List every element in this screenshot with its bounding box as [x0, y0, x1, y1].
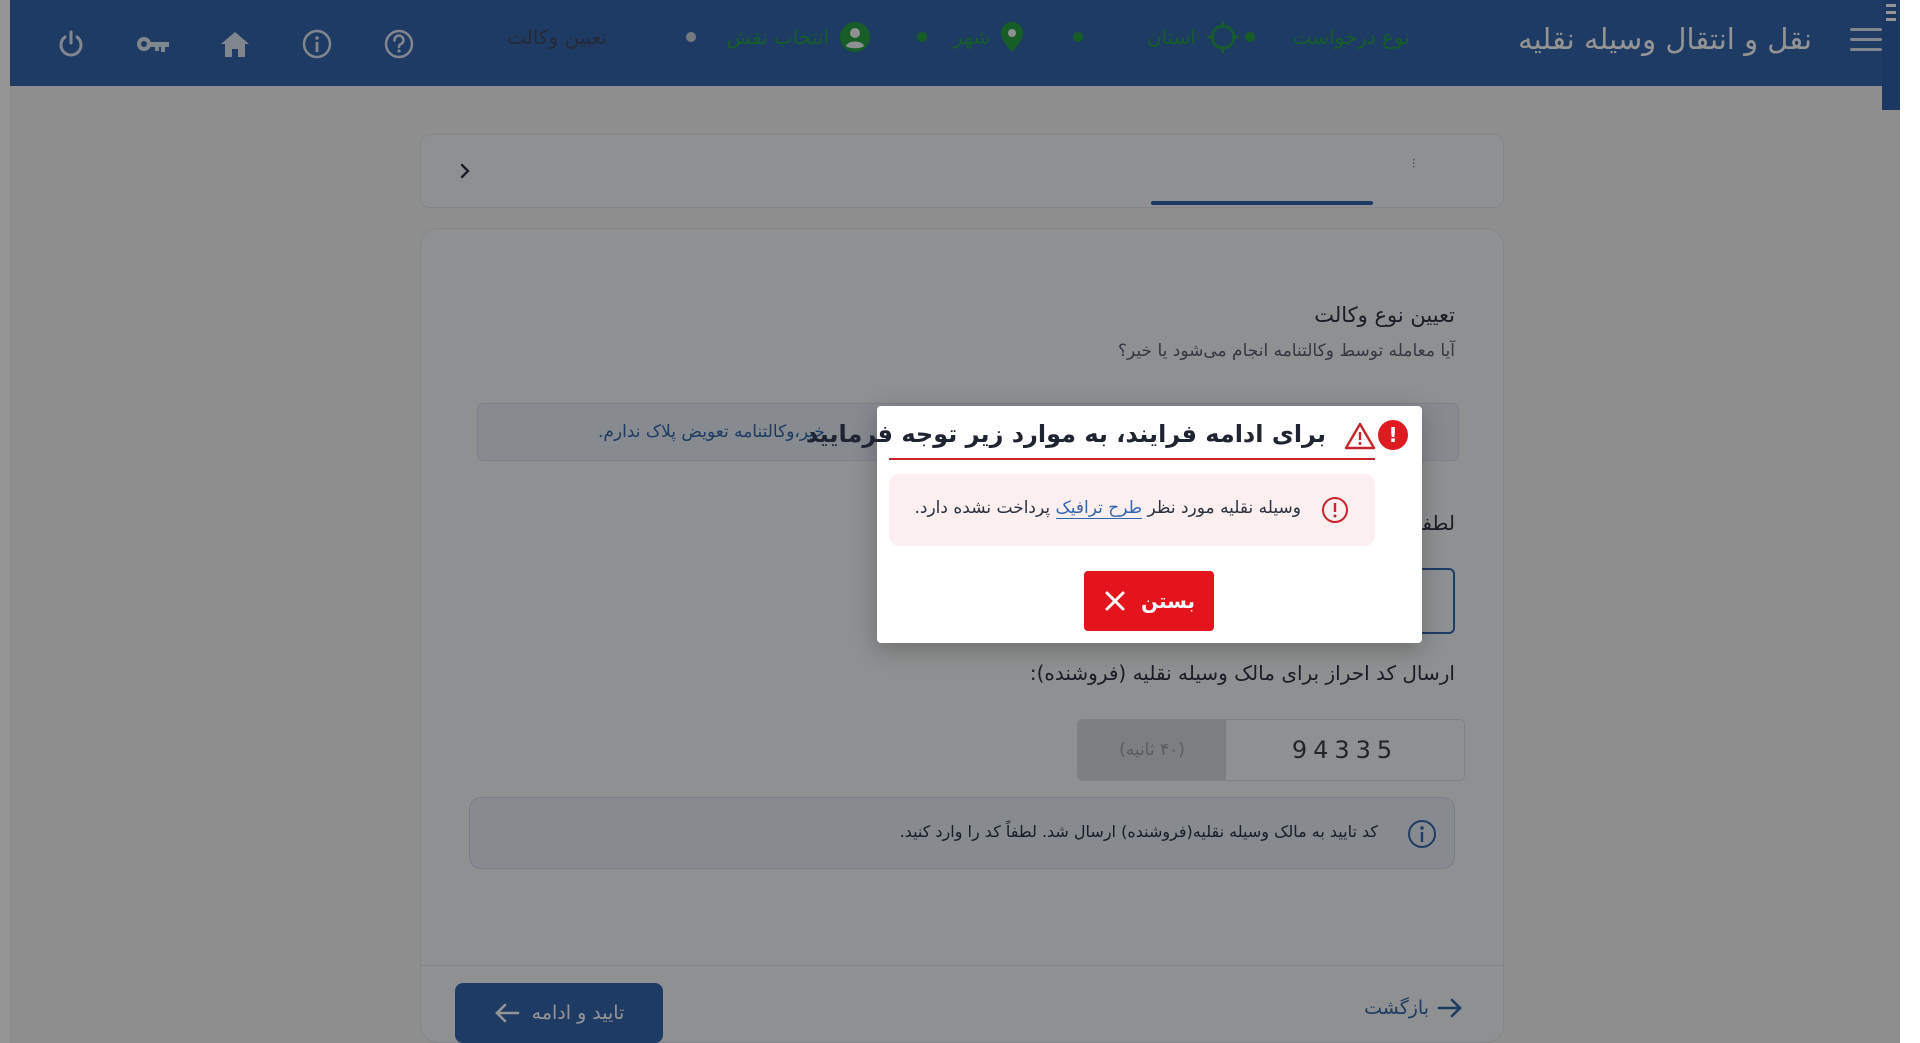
- alert-item: وسیله نقلیه مورد نظر طرح ترافیک پرداخت ن…: [889, 474, 1375, 546]
- error-badge-icon: !: [1378, 420, 1408, 450]
- alert-text-after: پرداخت نشده دارد.: [914, 498, 1051, 518]
- button-label: بستن: [1140, 589, 1196, 613]
- close-icon: [1105, 591, 1125, 611]
- warning-icon: [1344, 422, 1376, 450]
- close-button[interactable]: بستن: [1084, 571, 1214, 631]
- warning-dialog: ! برای ادامه فرایند، به موارد زیر توجه ف…: [806, 406, 1422, 643]
- dialog-title: برای ادامه فرایند، به موارد زیر توجه فرم…: [805, 420, 1326, 448]
- alert-circle-icon: [1322, 497, 1348, 523]
- alert-text-before: وسیله نقلیه مورد نظر: [1147, 498, 1301, 518]
- alert-message: وسیله نقلیه مورد نظر طرح ترافیک پرداخت ن…: [914, 498, 1301, 519]
- traffic-plan-link[interactable]: طرح ترافیک: [1055, 498, 1143, 519]
- title-underline: [889, 458, 1375, 460]
